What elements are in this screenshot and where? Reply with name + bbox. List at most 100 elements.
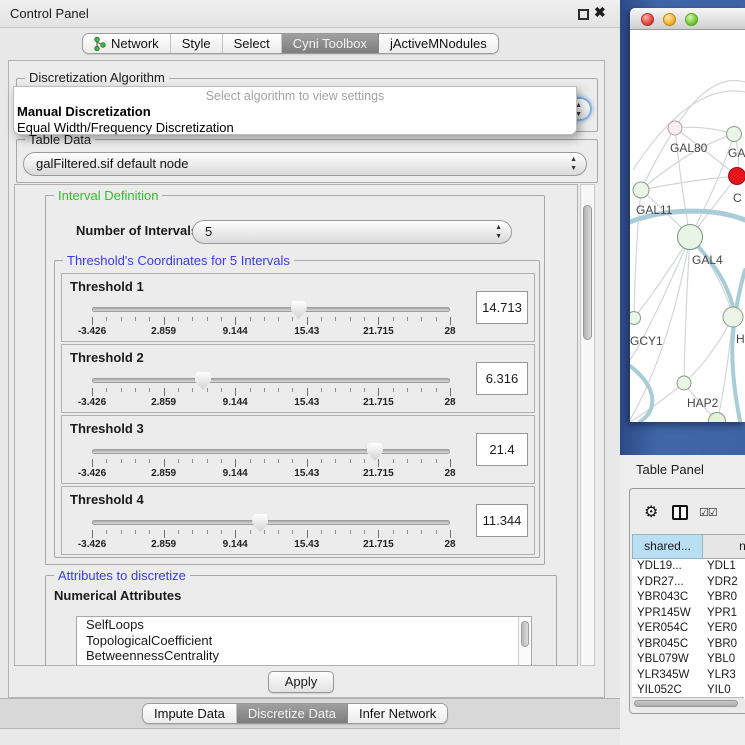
network-node[interactable] [678,225,703,250]
column-header-name[interactable]: n [703,534,745,559]
attributes-scrollbar-thumb[interactable] [521,621,529,647]
table-scrollbar-thumb[interactable] [634,700,738,707]
table-cell[interactable]: YBR0 [703,590,745,606]
settings-scrollbar-thumb[interactable] [583,205,592,340]
gear-icon[interactable]: ⚙ [644,502,658,522]
network-node[interactable] [729,168,745,185]
network-node[interactable] [677,376,691,390]
network-node[interactable] [633,182,649,198]
settings-vertical-scrollbar[interactable] [580,184,595,666]
table-row[interactable]: YLR345WYLR3 [632,668,745,684]
slider-tick [393,530,394,534]
table-cell[interactable]: YBR0 [703,637,745,653]
threshold-2-label: Threshold 2 [70,350,144,365]
network-node[interactable] [723,307,743,327]
network-node[interactable] [630,312,641,325]
table-horizontal-scrollbar[interactable] [632,697,744,708]
float-panel-icon[interactable] [578,9,589,20]
zoom-window-icon[interactable] [685,13,698,26]
threshold-4-value-field[interactable]: 11.344 [476,504,528,537]
table-panel: Table Panel ⚙ ☑☑ shared... n YDL19...YDL… [620,455,745,745]
tab-impute-data[interactable]: Impute Data [143,704,237,723]
apply-button[interactable]: Apply [268,671,334,693]
table-header: shared... n [632,534,745,559]
network-graph[interactable]: GAL80GACGAL11GAL4HGCY1HAP2 [630,30,745,422]
slider-tick [335,317,336,321]
threshold-3-value-field[interactable]: 21.4 [476,433,528,466]
table-cell[interactable]: YDL1 [703,559,745,575]
network-node-label: C [733,191,742,205]
tab-infer-network[interactable]: Infer Network [348,704,447,723]
slider-tick [106,530,107,534]
threshold-4-slider-track[interactable] [92,520,450,525]
slider-tick [436,459,437,463]
number-of-intervals-combobox[interactable]: 5 ▲▼ [192,220,512,244]
table-cell[interactable]: YER0 [703,621,745,637]
column-header-shared-name[interactable]: shared... [632,534,703,559]
attribute-item-selfloops[interactable]: SelfLoops [77,617,531,633]
cyni-mode-tabs: Impute Data Discretize Data Infer Networ… [142,703,448,724]
tab-jactivemnodules[interactable]: jActiveMNodules [379,34,498,53]
network-window-titlebar[interactable] [630,8,745,30]
threshold-3-slider-track[interactable] [92,449,450,454]
table-row[interactable]: YBR043CYBR0 [632,590,745,606]
table-row[interactable]: YDL19...YDL1 [632,559,745,575]
table-cell[interactable]: YBL0 [703,652,745,668]
slider-tick [378,459,379,467]
tab-cyni-toolbox[interactable]: Cyni Toolbox [282,34,379,53]
slider-tick [235,317,236,325]
table-cell[interactable]: YDR2 [703,575,745,591]
tab-select[interactable]: Select [223,34,282,53]
tab-network[interactable]: Network [83,34,171,53]
slider-tick [135,317,136,321]
table-row[interactable]: YBR045CYBR0 [632,637,745,653]
slider-tick [278,530,279,534]
network-node[interactable] [709,413,726,423]
table-cell[interactable]: YLR345W [632,668,703,684]
table-cell[interactable]: YDR27... [632,575,703,591]
table-cell[interactable]: YDL19... [632,559,703,575]
attributes-list-scrollbar[interactable] [518,617,531,666]
slider-tick [436,317,437,321]
algorithm-option-equal-width[interactable]: Equal Width/Frequency Discretization [17,120,234,135]
close-panel-icon[interactable]: ✖ [594,4,606,21]
minimize-window-icon[interactable] [663,13,676,26]
algorithm-option-manual[interactable]: Manual Discretization [17,104,151,119]
columns-icon[interactable] [672,505,688,520]
tab-style[interactable]: Style [171,34,223,53]
network-canvas[interactable]: GAL80GACGAL11GAL4HGCY1HAP2 [630,30,745,422]
attribute-item-topologicalcoefficient[interactable]: TopologicalCoefficient [77,633,531,649]
table-row[interactable]: YPR145WYPR1 [632,606,745,622]
slider-tick [450,317,451,325]
table-cell[interactable]: YPR145W [632,606,703,622]
table-row[interactable]: YDR27...YDR2 [632,575,745,591]
threshold-1-slider-track[interactable] [92,307,450,312]
table-row[interactable]: YER054CYER0 [632,621,745,637]
slider-tick [121,388,122,392]
threshold-2-value-field[interactable]: 6.316 [476,362,528,395]
table-cell[interactable]: YBR045C [632,637,703,653]
threshold-1-value-field[interactable]: 14.713 [476,291,528,324]
slider-scale-labels: -3.4262.8599.14415.4321.71528 [92,397,450,409]
table-cell[interactable]: YPR1 [703,606,745,622]
table-body: YDL19...YDL1YDR27...YDR2YBR043CYBR0YPR14… [632,559,745,699]
slider-tick [321,388,322,392]
select-columns-icon[interactable]: ☑☑ [699,506,717,519]
slider-tick [278,388,279,392]
table-cell[interactable]: YLR3 [703,668,745,684]
table-cell[interactable]: YBL079W [632,652,703,668]
tab-discretize-data[interactable]: Discretize Data [237,704,348,723]
table-cell[interactable]: YBR043C [632,590,703,606]
slider-tick [221,388,222,392]
network-node[interactable] [668,121,682,135]
attribute-item-betweennesscentrality[interactable]: BetweennessCentrality [77,648,531,664]
table-data-combobox[interactable]: galFiltered.sif default node ▲▼ [23,152,587,176]
threshold-2-slider-track[interactable] [92,378,450,383]
network-node[interactable] [727,127,742,142]
table-cell[interactable]: YER054C [632,621,703,637]
table-row[interactable]: YBL079WYBL0 [632,652,745,668]
slider-tick [250,459,251,463]
close-window-icon[interactable] [641,13,654,26]
slider-scale-label: 21.715 [363,326,394,337]
status-strip [0,728,620,745]
